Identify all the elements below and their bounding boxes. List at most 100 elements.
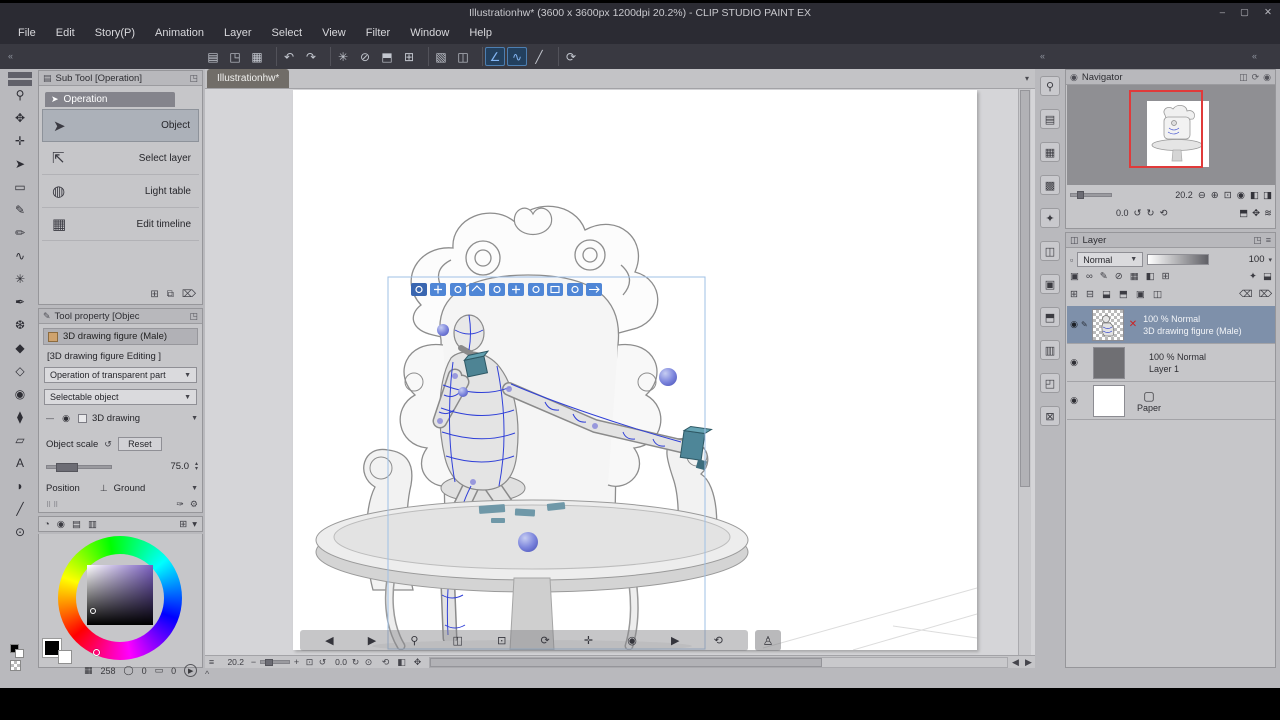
- sv-marker[interactable]: [90, 608, 96, 614]
- layer-row-paper[interactable]: ◉ ▢ Paper: [1067, 382, 1275, 420]
- scroll-left-icon[interactable]: ◀: [1009, 657, 1022, 668]
- layer-command-icon[interactable]: ▣: [1070, 271, 1079, 282]
- color-mode-icon[interactable]: ▥: [88, 519, 97, 530]
- toolbox-grip-2[interactable]: [8, 80, 32, 86]
- tool-button[interactable]: ⧫: [6, 410, 34, 424]
- tool-button[interactable]: ◆: [6, 341, 34, 355]
- scroll-right-icon[interactable]: ▶: [1022, 657, 1035, 668]
- tool-button[interactable]: ✛: [6, 134, 34, 148]
- layer-command-icon[interactable]: ✎: [1100, 271, 1108, 282]
- menu-item[interactable]: Story(P): [85, 24, 145, 42]
- zoom-in-icon[interactable]: +: [290, 657, 303, 667]
- palette-rail-button[interactable]: ▦: [1040, 142, 1060, 162]
- layer-command-icon[interactable]: ∞: [1086, 271, 1093, 282]
- tool-button[interactable]: ➤: [6, 157, 34, 171]
- selectable-object-dropdown[interactable]: Selectable object ▼: [44, 389, 197, 405]
- toolbar-icon[interactable]: ▦: [247, 47, 267, 66]
- toolbar-icon[interactable]: [551, 47, 559, 66]
- subtool-item-object[interactable]: ➤ Object: [42, 109, 199, 142]
- navigator-flip-icon[interactable]: ◧: [1250, 190, 1259, 201]
- palette-rail-button[interactable]: ◰: [1040, 373, 1060, 393]
- toolbar-icon[interactable]: [475, 47, 483, 66]
- color-mode-icon[interactable]: ◉: [57, 519, 65, 530]
- navigator-reset-icon[interactable]: ⬒: [1239, 208, 1248, 219]
- launcher-icon[interactable]: ▶: [368, 634, 376, 647]
- toolbar-icon[interactable]: ⟳: [561, 47, 581, 66]
- hue-marker[interactable]: [93, 649, 100, 656]
- menu-item[interactable]: Help: [459, 24, 502, 42]
- horizontal-scroll-thumb[interactable]: [430, 657, 823, 667]
- layer-command-icon[interactable]: ✦: [1249, 271, 1257, 282]
- layer-command-icon[interactable]: ⬓: [1102, 289, 1111, 300]
- vertical-scrollbar[interactable]: [1018, 89, 1031, 655]
- toolbar-icon[interactable]: ▤: [203, 47, 223, 66]
- canvas-page[interactable]: [293, 90, 977, 650]
- eye-icon[interactable]: ◉: [1067, 357, 1081, 368]
- opacity-slider[interactable]: [1147, 254, 1210, 265]
- 3d-drawing-checkbox[interactable]: [78, 414, 87, 423]
- layer-command-icon[interactable]: ⬒: [1119, 289, 1128, 300]
- delete-layer-icon[interactable]: ⌫: [1239, 289, 1252, 300]
- navigator-rotate-icon[interactable]: ⟲: [1159, 208, 1167, 219]
- toolbar-icon[interactable]: ∠: [485, 47, 505, 66]
- toolbar-icon[interactable]: ↷: [301, 47, 321, 66]
- tool-button[interactable]: ◇: [6, 364, 34, 378]
- blend-mode-dropdown[interactable]: Normal ▼: [1077, 252, 1144, 267]
- visibility-eye-icon[interactable]: ◉: [59, 413, 73, 424]
- subtool-footer-icon[interactable]: ⌦: [182, 289, 196, 300]
- panel-options-icon[interactable]: ◳: [189, 73, 198, 84]
- position-value[interactable]: Ground: [114, 483, 146, 494]
- delete-layer-icon[interactable]: ⌦: [1259, 289, 1272, 300]
- menu-item[interactable]: Select: [262, 24, 313, 42]
- sub-color-swatch[interactable]: [58, 650, 72, 664]
- mini-sub-color-chip[interactable]: [15, 649, 24, 658]
- collapse-right-icon[interactable]: «: [1252, 51, 1257, 61]
- palette-rail-button[interactable]: ⚲: [1040, 76, 1060, 96]
- close-icon[interactable]: ✕: [1264, 7, 1272, 18]
- horizontal-scrollbar[interactable]: [429, 656, 1008, 668]
- layer-command-icon[interactable]: ▦: [1130, 271, 1139, 282]
- scale-slider[interactable]: [46, 462, 112, 472]
- layer-header-icon[interactable]: ≡: [1266, 235, 1271, 246]
- toolbar-icon[interactable]: ◳: [225, 47, 245, 66]
- navigator-header-icon[interactable]: ⟳: [1252, 72, 1260, 83]
- menu-item[interactable]: Edit: [46, 24, 85, 42]
- subtool-item-edit-timeline[interactable]: ▦ Edit timeline: [42, 208, 199, 241]
- navigator-view-frame[interactable]: [1129, 90, 1203, 168]
- rotate-cw-icon[interactable]: ↻: [349, 657, 362, 668]
- collapse-left-icon[interactable]: «: [8, 51, 13, 61]
- palette-rail-button[interactable]: ▣: [1040, 274, 1060, 294]
- menu-item[interactable]: File: [8, 24, 46, 42]
- menu-item[interactable]: Filter: [356, 24, 400, 42]
- navigator-zoom-icon[interactable]: ⊖: [1198, 190, 1206, 201]
- tool-button[interactable]: ◗: [6, 479, 34, 493]
- chevron-down-icon[interactable]: ▼: [191, 415, 198, 422]
- toolbar-icon[interactable]: ◫: [453, 47, 473, 66]
- tool-button[interactable]: ▱: [6, 433, 34, 447]
- navigator-reset-icon[interactable]: ≋: [1264, 208, 1272, 219]
- toolbar-icon[interactable]: ⬒: [377, 47, 397, 66]
- transparent-part-dropdown[interactable]: Operation of transparent part ▼: [44, 367, 197, 383]
- navigator-zoom-slider[interactable]: [1070, 191, 1112, 199]
- navigator-header-icon[interactable]: ◫: [1239, 72, 1248, 83]
- layer-row-3d-figure[interactable]: ◉ ✎ ✕ 100 % Normal 3D drawing figure (Ma…: [1067, 306, 1275, 344]
- stepper-icon[interactable]: ▴ ▾: [195, 461, 198, 472]
- menu-item[interactable]: Layer: [214, 24, 262, 42]
- footer-icon[interactable]: ⚙: [190, 499, 198, 510]
- subtool-item-light-table[interactable]: ◍ Light table: [42, 175, 199, 208]
- launcher-icon[interactable]: ▶: [671, 634, 679, 647]
- eye-icon[interactable]: ◉: [1067, 319, 1081, 330]
- rotate-ccw-icon[interactable]: ↺: [316, 657, 329, 668]
- zoom-out-icon[interactable]: −: [247, 657, 260, 667]
- eye-icon[interactable]: ◉: [1067, 395, 1081, 406]
- layer-command-icon[interactable]: ◫: [1153, 289, 1162, 300]
- menu-item[interactable]: View: [312, 24, 356, 42]
- toolbar-icon[interactable]: ∿: [507, 47, 527, 66]
- tool-button[interactable]: ⊙: [6, 525, 34, 539]
- tool-button[interactable]: ⚲: [6, 88, 34, 102]
- tool-button[interactable]: ✳: [6, 272, 34, 286]
- toolbox-grip[interactable]: [8, 72, 32, 78]
- document-tab[interactable]: Illustrationhw*: [207, 69, 290, 88]
- tool-button[interactable]: ∿: [6, 249, 34, 263]
- subtool-group-tab[interactable]: ➤ Operation: [45, 92, 175, 107]
